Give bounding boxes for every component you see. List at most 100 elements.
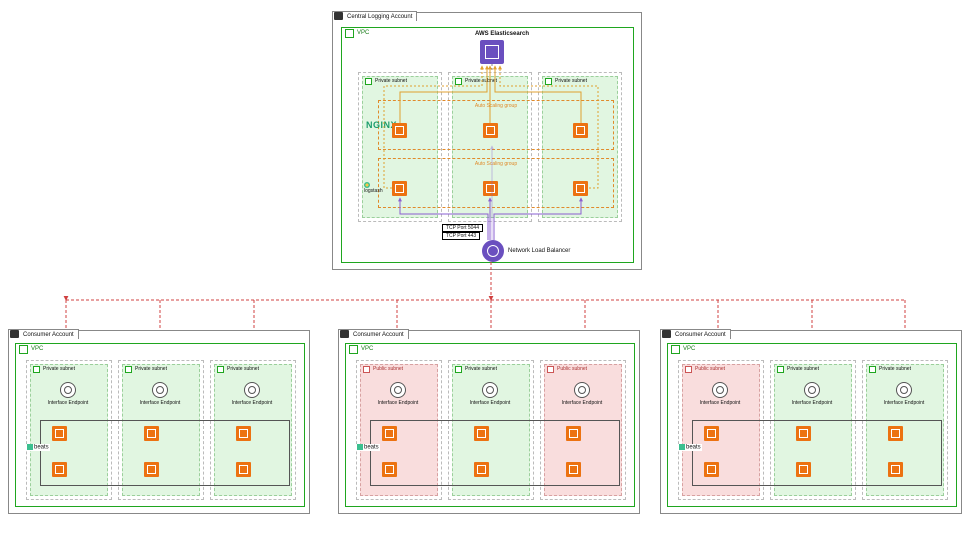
consumer-account-label: Consumer Account [353, 332, 404, 338]
ec2-icon [236, 426, 251, 441]
interface-endpoint-icon [804, 382, 820, 398]
ec2-icon [704, 462, 719, 477]
endpoint-label: Interface Endpoint [470, 400, 511, 406]
ec2-icon [52, 426, 67, 441]
consumer-account-label: Consumer Account [675, 332, 726, 338]
ec2-icon [566, 462, 581, 477]
subnet-label: Public subnet [695, 366, 725, 372]
ec2-icon [796, 426, 811, 441]
interface-endpoint-icon [574, 382, 590, 398]
ec2-icon [392, 123, 407, 138]
interface-endpoint-icon [712, 382, 728, 398]
elasticsearch-label: AWS Elasticsearch [475, 31, 529, 37]
beats-text: beats [364, 445, 379, 451]
subnet-label: Private subnet [375, 78, 407, 84]
subnet-label: Private subnet [555, 78, 587, 84]
subnet-icon [545, 78, 552, 85]
subnet-label: Private subnet [879, 366, 911, 372]
port-443: TCP Port 443 [442, 232, 480, 240]
logstash-icon [364, 182, 370, 188]
interface-endpoint-icon [152, 382, 168, 398]
logstash-text: logstash [364, 188, 383, 194]
subnet-label: Private subnet [787, 366, 819, 372]
vpc-label: VPC [361, 346, 373, 352]
ec2-icon [382, 426, 397, 441]
beats-icon [357, 444, 363, 450]
central-vpc-label: VPC [357, 30, 369, 36]
endpoint-label: Interface Endpoint [378, 400, 419, 406]
central-account-tab: Central Logging Account [332, 11, 417, 21]
consumer-account-3: Consumer Account VPC Public subnet Priva… [660, 330, 962, 514]
consumer-1-vpc: VPC Private subnet Private subnet Privat… [15, 343, 305, 507]
central-account-label: Central Logging Account [347, 14, 412, 20]
logstash-label: logstash [364, 182, 383, 194]
ec2-icon [483, 123, 498, 138]
subnet-label: Public subnet [557, 366, 587, 372]
ec2-icon [382, 462, 397, 477]
beats-icon [27, 444, 33, 450]
interface-endpoint-icon [390, 382, 406, 398]
vpc-icon [345, 29, 354, 38]
central-vpc-tab: VPC [345, 30, 369, 36]
endpoint-label: Interface Endpoint [792, 400, 833, 406]
consumer-account-tab: Consumer Account [8, 329, 79, 339]
ec2-icon [474, 426, 489, 441]
ec2-icon [236, 462, 251, 477]
ec2-icon [888, 426, 903, 441]
beats-text: beats [34, 445, 49, 451]
ec2-icon [392, 181, 407, 196]
interface-endpoint-icon [482, 382, 498, 398]
central-account: Central Logging Account VPC AWS Elastics… [332, 12, 642, 270]
nlb-icon [482, 240, 504, 262]
elasticsearch-icon [480, 40, 504, 64]
subnet-icon [365, 78, 372, 85]
asg-logstash-label: Auto Scaling group [475, 161, 517, 167]
architecture-diagram: Central Logging Account VPC AWS Elastics… [0, 0, 974, 533]
nlb-label: Network Load Balancer [508, 248, 570, 254]
account-icon [10, 330, 19, 338]
ec2-icon [704, 426, 719, 441]
endpoint-label: Interface Endpoint [48, 400, 89, 406]
beats-label: beats [26, 444, 50, 451]
ec2-icon [483, 181, 498, 196]
subnet-icon [869, 366, 876, 373]
subnet-label: Private subnet [465, 366, 497, 372]
ec2-icon [573, 181, 588, 196]
subnet-label: Private subnet [135, 366, 167, 372]
consumer-account-1: Consumer Account VPC Private subnet Priv… [8, 330, 310, 514]
beats-label: beats [356, 444, 380, 451]
vpc-icon [671, 345, 680, 354]
subnet-label: Private subnet [43, 366, 75, 372]
ec2-icon [796, 462, 811, 477]
subnet-icon [33, 366, 40, 373]
consumer-2-vpc: VPC Public subnet Private subnet Public … [345, 343, 635, 507]
consumer-3-vpc: VPC Public subnet Private subnet Private… [667, 343, 957, 507]
ec2-icon [144, 426, 159, 441]
app-group [370, 420, 620, 486]
subnet-icon [685, 366, 692, 373]
endpoint-label: Interface Endpoint [232, 400, 273, 406]
app-group [40, 420, 290, 486]
subnet-label: Public subnet [373, 366, 403, 372]
subnet-icon [363, 366, 370, 373]
ec2-icon [474, 462, 489, 477]
endpoint-label: Interface Endpoint [140, 400, 181, 406]
vpc-icon [19, 345, 28, 354]
subnet-icon [455, 366, 462, 373]
vpc-label: VPC [31, 346, 43, 352]
asg-nginx-label: Auto Scaling group [475, 103, 517, 109]
endpoint-label: Interface Endpoint [884, 400, 925, 406]
ec2-icon [566, 426, 581, 441]
subnet-icon [217, 366, 224, 373]
account-icon [662, 330, 671, 338]
interface-endpoint-icon [60, 382, 76, 398]
ec2-icon [573, 123, 588, 138]
beats-text: beats [686, 445, 701, 451]
consumer-account-2: Consumer Account VPC Public subnet Priva… [338, 330, 640, 514]
ec2-icon [52, 462, 67, 477]
ec2-icon [144, 462, 159, 477]
subnet-label: Private subnet [465, 78, 497, 84]
beats-label: beats [678, 444, 702, 451]
ec2-icon [888, 462, 903, 477]
endpoint-label: Interface Endpoint [700, 400, 741, 406]
